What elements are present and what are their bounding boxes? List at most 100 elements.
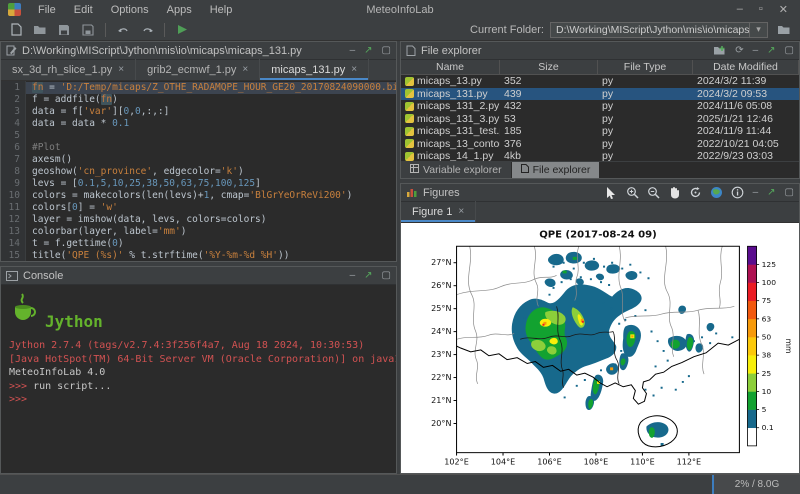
menu-file[interactable]: File — [29, 4, 65, 16]
editor-file-path: D:\Working\MIScript\Jython\mis\io\micaps… — [22, 45, 302, 57]
minimize-panel-icon[interactable]: – — [753, 45, 759, 56]
console-output[interactable]: Jython Jython 2.7.4 (tags/v2.7.4:3f256f4… — [1, 285, 396, 473]
figure-tab[interactable]: Figure 1 × — [401, 201, 476, 222]
close-tab-icon[interactable]: × — [118, 64, 124, 75]
code-line[interactable]: geoshow('cn_province', edgecolor='k') — [26, 166, 396, 178]
table-row[interactable]: micaps_131_test.py185py2024/11/9 11:44 — [401, 125, 799, 138]
svg-text:25: 25 — [762, 369, 772, 378]
code-line[interactable]: layer = imshow(data, levs, colors=colors… — [26, 214, 396, 226]
menu-options[interactable]: Options — [102, 4, 158, 16]
table-row[interactable]: micaps_131_3.py53py2025/1/21 12:46 — [401, 113, 799, 126]
table-row[interactable]: micaps_131.py439py2024/3/2 09:53 — [401, 88, 799, 101]
zoom-in-icon[interactable] — [625, 185, 640, 200]
code-line[interactable]: levs = [0.1,5,10,25,38,50,63,75,100,125] — [26, 178, 396, 190]
terminal-icon — [6, 271, 18, 281]
code-line[interactable]: colors[0] = 'w' — [26, 202, 396, 214]
zoom-out-icon[interactable] — [646, 185, 661, 200]
code-line[interactable]: t = f.gettime(0) — [26, 238, 396, 250]
file-table-rows: micaps_13.py352py2024/3/2 11:39micaps_13… — [401, 75, 799, 161]
table-row[interactable]: micaps_14_1.py4kbpy2022/9/23 03:03 — [401, 150, 799, 161]
code-lines[interactable]: fn = 'D:/Temp/micaps/Z_OTHE_RADAMQPE_HOU… — [26, 81, 396, 261]
globe-icon[interactable] — [709, 185, 724, 200]
new-folder-icon[interactable] — [713, 45, 726, 56]
column-header[interactable]: Size — [500, 60, 598, 74]
close-window-icon[interactable]: ✕ — [779, 3, 788, 16]
run-script-icon[interactable] — [172, 21, 192, 39]
refresh-icon[interactable]: ⟳ — [735, 45, 743, 56]
rotate-icon[interactable] — [688, 185, 703, 200]
menu-edit[interactable]: Edit — [65, 4, 102, 16]
svg-text:21°N: 21°N — [431, 396, 451, 405]
file-name-cell: micaps_131.py — [401, 88, 500, 100]
browse-folder-icon[interactable] — [774, 21, 794, 39]
code-line[interactable]: data = data * 0.1 — [26, 118, 396, 130]
maximize-panel-icon[interactable]: ▢ — [382, 270, 391, 281]
redo-icon[interactable] — [137, 21, 157, 39]
maximize-panel-icon[interactable]: ▢ — [785, 45, 794, 56]
undo-icon[interactable] — [113, 21, 133, 39]
code-line[interactable]: axesm() — [26, 154, 396, 166]
edit-file-icon — [6, 45, 17, 56]
float-panel-icon[interactable]: ↗ — [767, 187, 775, 198]
chevron-down-icon[interactable]: ▾ — [749, 23, 767, 37]
current-folder-combobox[interactable]: D:\Working\MIScript\Jython\mis\io\micaps… — [550, 22, 768, 38]
code-editor[interactable]: 123456789101112131415 fn = 'D:/Temp/mica… — [1, 81, 396, 261]
python-file-icon — [405, 152, 414, 161]
open-file-icon[interactable] — [30, 21, 50, 39]
column-header[interactable]: Date Modified — [693, 60, 799, 74]
minimize-panel-icon[interactable]: – — [350, 270, 356, 281]
minimize-panel-icon[interactable]: – — [350, 45, 356, 56]
table-row[interactable]: micaps_131_2.py432py2024/11/6 05:08 — [401, 100, 799, 113]
code-line[interactable]: fn = 'D:/Temp/micaps/Z_OTHE_RADAMQPE_HOU… — [26, 82, 396, 94]
editor-tab[interactable]: sx_3d_rh_slice_1.py × — [1, 59, 136, 80]
code-line[interactable]: #Plot — [26, 142, 396, 154]
table-row[interactable]: micaps_13_contourf.py376py2022/10/21 04:… — [401, 138, 799, 151]
close-tab-icon[interactable]: × — [351, 64, 357, 75]
code-line[interactable]: data = f['var'][0,0,:,:] — [26, 106, 396, 118]
maximize-window-icon[interactable]: ▫ — [759, 3, 763, 16]
column-header[interactable]: Name — [401, 60, 500, 74]
code-line[interactable]: title('QPE (%s)' % t.strftime('%Y-%m-%d … — [26, 250, 396, 261]
pan-hand-icon[interactable] — [667, 185, 682, 200]
figure-canvas[interactable]: QPE (2017-08-24 09)102°E104°E106°E108°E1… — [401, 223, 799, 473]
close-tab-icon[interactable]: × — [458, 206, 464, 217]
meteoinfolab-window: MeteoInfoLab FileEditOptionsAppsHelp – ▫… — [0, 0, 800, 494]
console-line: [Java HotSpot(TM) 64-Bit Server VM (Orac… — [9, 353, 388, 367]
pointer-cursor-icon[interactable] — [604, 185, 619, 200]
info-icon[interactable] — [730, 185, 745, 200]
editor-tab-label: sx_3d_rh_slice_1.py — [12, 64, 112, 76]
table-row[interactable]: micaps_13.py352py2024/3/2 11:39 — [401, 75, 799, 88]
python-file-icon — [405, 102, 414, 111]
svg-text:27°N: 27°N — [431, 258, 451, 267]
line-number: 6 — [1, 142, 20, 154]
svg-text:QPE (2017-08-24 09): QPE (2017-08-24 09) — [539, 230, 657, 241]
new-file-icon[interactable] — [6, 21, 26, 39]
memory-usage-indicator[interactable]: 2% / 8.0G — [712, 475, 800, 494]
file-name-cell: micaps_131_2.py — [401, 100, 500, 112]
svg-text:38: 38 — [762, 351, 772, 360]
python-file-icon — [405, 127, 414, 136]
tab-variable-explorer[interactable]: Variable explorer — [401, 162, 512, 178]
maximize-panel-icon[interactable]: ▢ — [785, 187, 794, 198]
save-icon[interactable] — [54, 21, 74, 39]
svg-text:26°N: 26°N — [431, 281, 451, 290]
code-line[interactable]: colors = makecolors(len(levs)+1, cmap='B… — [26, 190, 396, 202]
editor-tab[interactable]: grib2_ecmwf_1.py× — [136, 59, 260, 80]
code-line[interactable] — [26, 130, 396, 142]
code-line[interactable]: colorbar(layer, label='mm') — [26, 226, 396, 238]
menu-apps[interactable]: Apps — [158, 4, 201, 16]
code-line[interactable]: f = addfile(fn) — [26, 94, 396, 106]
minimize-window-icon[interactable]: – — [737, 3, 743, 16]
figures-panel: Figures – ↗ ▢ — [400, 183, 800, 474]
float-panel-icon[interactable]: ↗ — [364, 45, 372, 56]
maximize-panel-icon[interactable]: ▢ — [382, 45, 391, 56]
column-header[interactable]: File Type — [598, 60, 693, 74]
editor-tab[interactable]: micaps_131.py× — [260, 59, 369, 80]
float-panel-icon[interactable]: ↗ — [364, 270, 372, 281]
close-tab-icon[interactable]: × — [242, 64, 248, 75]
save-as-icon[interactable] — [78, 21, 98, 39]
tab-file-explorer[interactable]: File explorer — [512, 162, 601, 178]
minimize-panel-icon[interactable]: – — [753, 187, 759, 198]
menu-help[interactable]: Help — [201, 4, 242, 16]
float-panel-icon[interactable]: ↗ — [767, 45, 775, 56]
